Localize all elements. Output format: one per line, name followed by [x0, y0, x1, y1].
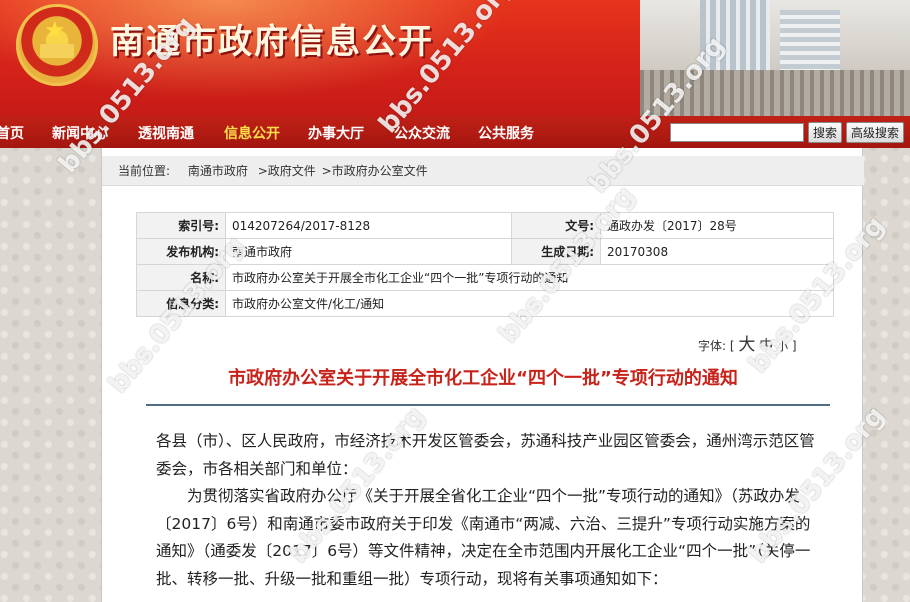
site-title: 南通市政府信息公开 — [110, 22, 434, 62]
star-icon: ★ — [44, 16, 66, 44]
search-button[interactable]: 搜索 — [808, 122, 842, 143]
meta-category-value: 市政府办公室文件/化工/通知 — [225, 290, 834, 317]
breadcrumb-link-government[interactable]: 南通市政府 — [188, 164, 248, 178]
nav-item-nantong[interactable]: 透视南通 — [138, 123, 194, 143]
tiananmen-icon — [40, 44, 74, 58]
font-size-switcher: 字体: [ 大 中 小 ] — [698, 330, 797, 355]
header-banner: ★ 南通市政府信息公开 — [0, 0, 910, 116]
breadcrumb-prefix: 当前位置: — [118, 164, 171, 178]
national-emblem-icon: ★ — [16, 4, 98, 86]
meta-name-value: 市政府办公室关于开展全市化工企业“四个一批”专项行动的通知 — [225, 264, 834, 291]
document-meta-table: 索引号: 014207264/2017-8128 文号: 通政办发〔2017〕2… — [136, 212, 834, 317]
meta-name-label: 名称: — [136, 264, 226, 291]
document-paragraph: 为贯彻落实省政府办公厅《关于开展全省化工企业“四个一批”专项行动的通知》（苏政办… — [156, 487, 811, 588]
building-base — [640, 70, 910, 116]
search-input[interactable] — [670, 123, 804, 142]
meta-docno-value: 通政办发〔2017〕28号 — [600, 212, 834, 239]
content-panel: 当前位置: 南通市政府 >政府文件 >市政府办公室文件 索引号: 0142072… — [101, 148, 864, 602]
meta-date-value: 20170308 — [600, 238, 834, 265]
document-title: 市政府办公室关于开展全市化工企业“四个一批”专项行动的通知 — [228, 368, 738, 389]
meta-row: 索引号: 014207264/2017-8128 文号: 通政办发〔2017〕2… — [136, 212, 834, 239]
breadcrumb: 当前位置: 南通市政府 >政府文件 >市政府办公室文件 — [102, 156, 864, 186]
nav-item-public-exchange[interactable]: 公众交流 — [394, 123, 450, 143]
meta-category-label: 信息分类: — [136, 290, 226, 317]
nav-item-info-disclosure[interactable]: 信息公开 — [224, 123, 280, 143]
document-body: 各县（市）、区人民政府，市经济技术开发区管委会，苏通科技产业园区管委会，通州湾示… — [156, 428, 816, 593]
font-size-small-link[interactable]: 小 — [777, 340, 788, 353]
nav-item-home[interactable]: 首页 — [0, 123, 24, 143]
nav-item-public-service[interactable]: 公共服务 — [478, 123, 534, 143]
meta-date-label: 生成日期: — [511, 238, 601, 265]
meta-row: 名称: 市政府办公室关于开展全市化工企业“四个一批”专项行动的通知 — [136, 264, 834, 291]
advanced-search-button[interactable]: 高级搜索 — [846, 122, 904, 143]
meta-docno-label: 文号: — [511, 212, 601, 239]
meta-issuer-value: 南通市政府 — [225, 238, 512, 265]
font-size-close-bracket: ] — [791, 339, 797, 353]
breadcrumb-link-office-docs[interactable]: >市政府办公室文件 — [322, 164, 428, 178]
government-building-image — [640, 0, 910, 116]
meta-row: 发布机构: 南通市政府 生成日期: 20170308 — [136, 238, 834, 265]
meta-row: 信息分类: 市政府办公室文件/化工/通知 — [136, 290, 834, 317]
nav-item-service-hall[interactable]: 办事大厅 — [308, 123, 364, 143]
breadcrumb-link-gov-docs[interactable]: >政府文件 — [258, 164, 316, 178]
nav-item-news[interactable]: 新闻中心 — [52, 123, 108, 143]
meta-index-label: 索引号: — [136, 212, 226, 239]
font-size-medium-link[interactable]: 中 — [759, 338, 773, 354]
title-divider — [146, 404, 830, 406]
meta-index-value: 014207264/2017-8128 — [225, 212, 512, 239]
font-size-large-link[interactable]: 大 — [738, 335, 755, 355]
font-size-open-bracket: [ — [729, 339, 735, 353]
font-size-label: 字体: — [698, 339, 727, 353]
meta-issuer-label: 发布机构: — [136, 238, 226, 265]
document-paragraph: 各县（市）、区人民政府，市经济技术开发区管委会，苏通科技产业园区管委会，通州湾示… — [156, 432, 815, 478]
